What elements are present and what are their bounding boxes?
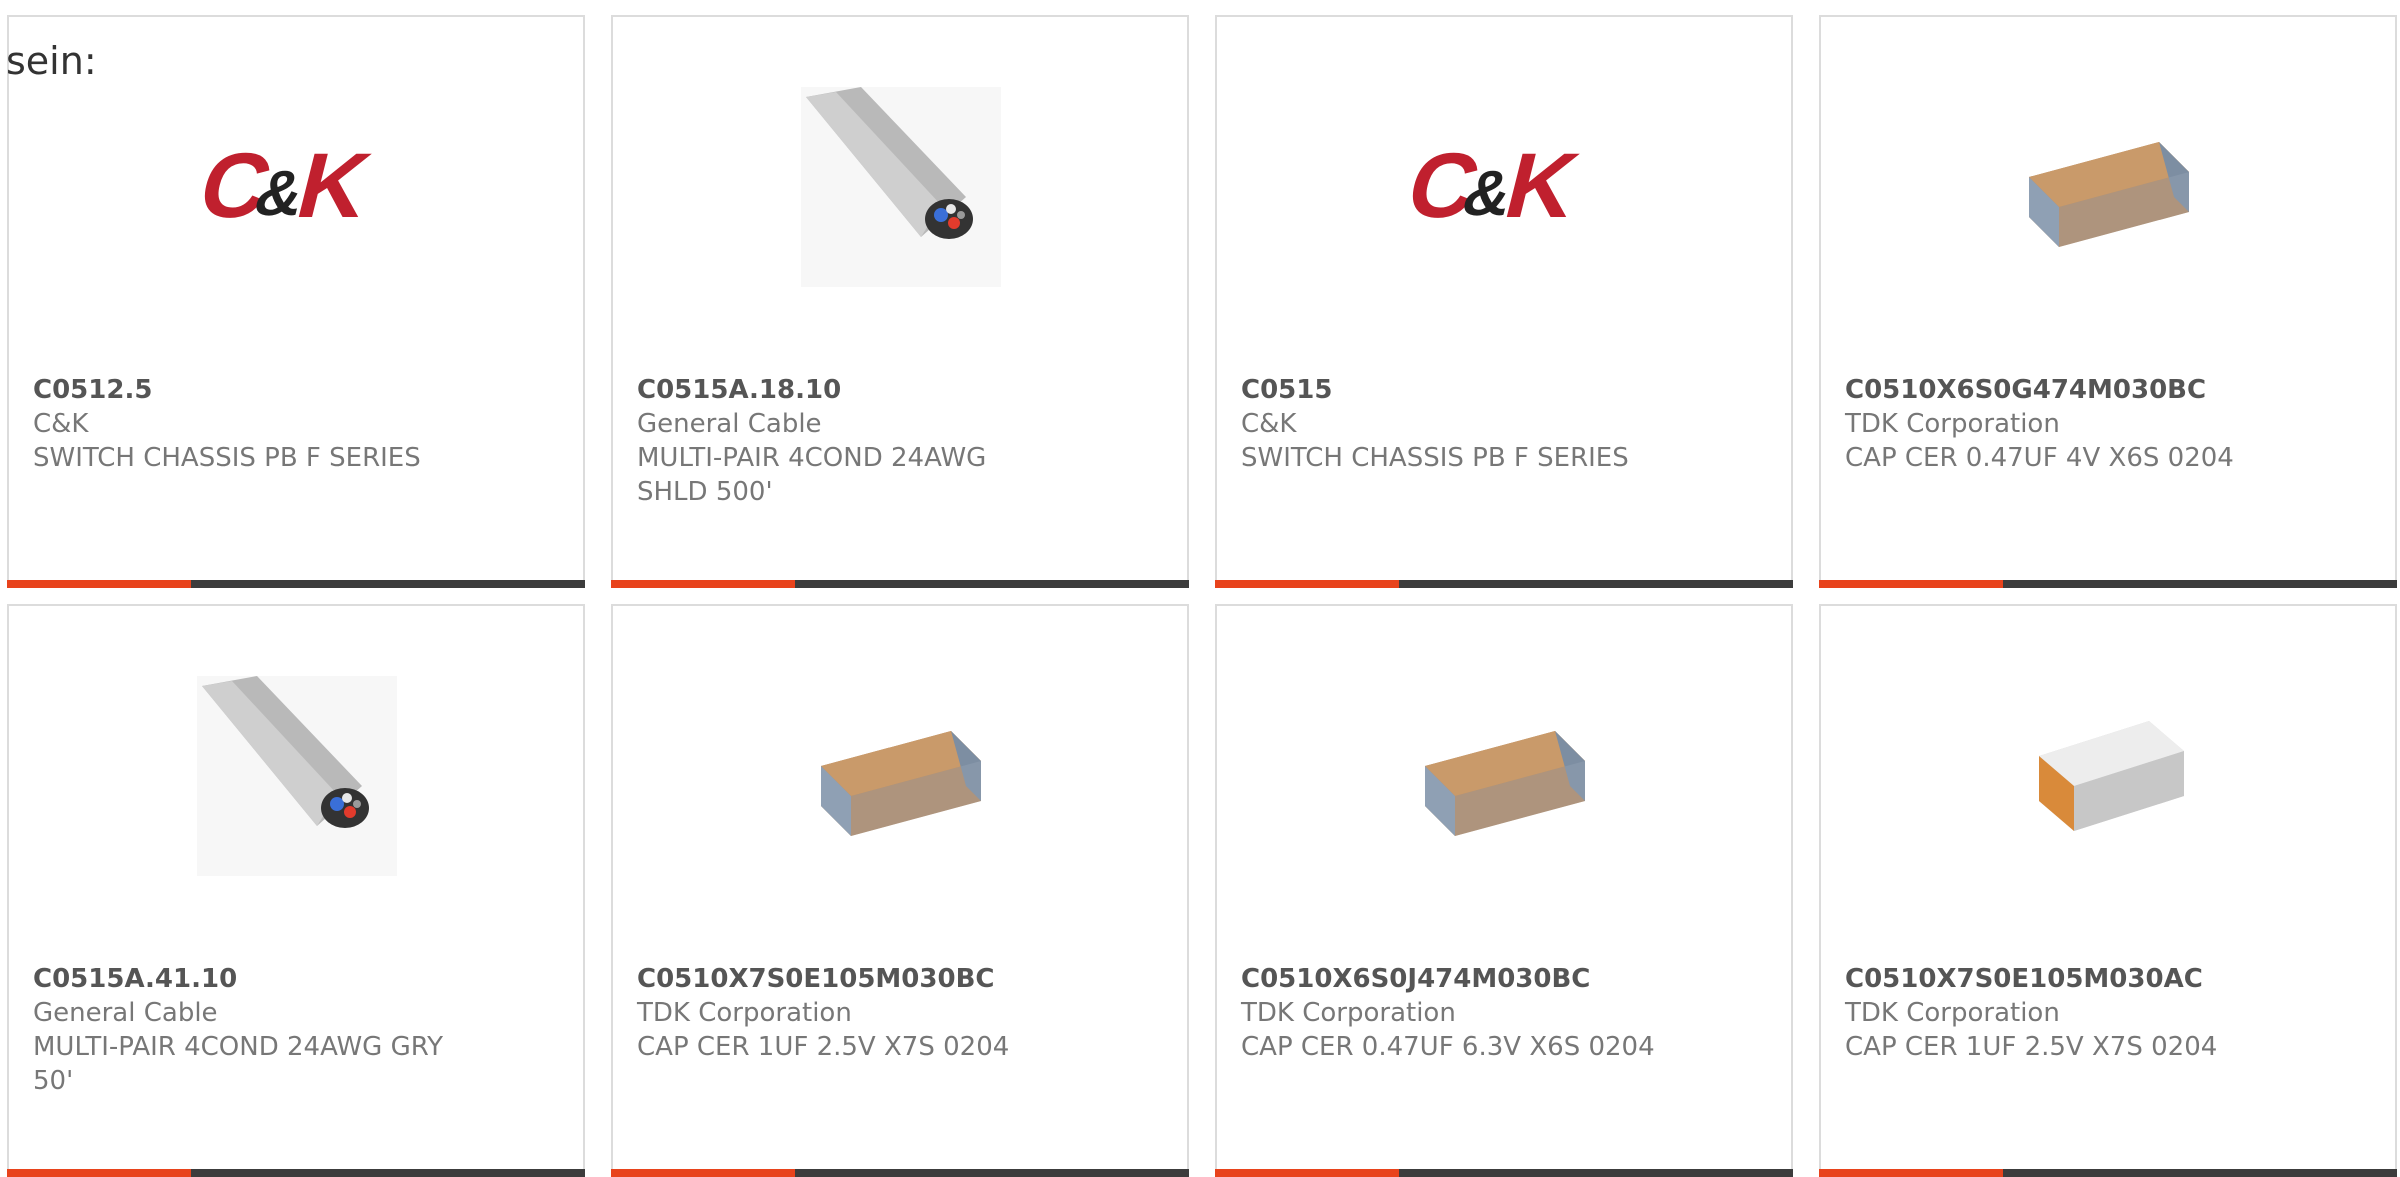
part-number[interactable]: C0510X6S0G474M030BC [1845, 373, 2285, 407]
product-card[interactable]: C & K C0512.5 C&K SWITCH CHASSIS PB F SERI… [7, 15, 585, 588]
capacitor-image [2009, 676, 2209, 876]
card-bottom-bar [1215, 1169, 1793, 1177]
product-card[interactable]: C0510X6S0G474M030BC TDK Corporation CAP … [1819, 15, 2397, 588]
product-card[interactable]: C0515A.41.10 General Cable MULTI-PAIR 4C… [7, 604, 585, 1177]
card-bottom-bar [1215, 580, 1793, 588]
card-bar-accent [7, 580, 191, 588]
capacitor-image [2009, 87, 2209, 287]
card-bar-accent [1819, 580, 2003, 588]
description: CAP CER 0.47UF 4V X6S 0204 [1845, 443, 2234, 473]
card-bottom-bar [1819, 1169, 2397, 1177]
part-number[interactable]: C0510X7S0E105M030BC [637, 962, 1077, 996]
svg-text:K: K [1496, 133, 1588, 236]
part-number[interactable]: C0515 [1241, 373, 1681, 407]
description: MULTI-PAIR 4COND 24AWG SHLD 500' [637, 443, 987, 507]
product-grid: C & K C0512.5 C&K SWITCH CHASSIS PB F SERI… [0, 0, 2400, 1177]
card-bottom-bar [611, 1169, 1189, 1177]
description: CAP CER 0.47UF 6.3V X6S 0204 [1241, 1032, 1655, 1062]
product-card[interactable]: C0515A.18.10 General Cable MULTI-PAIR 4C… [611, 15, 1189, 588]
manufacturer: TDK Corporation [1845, 998, 2060, 1028]
description: CAP CER 1UF 2.5V X7S 0204 [1845, 1032, 2218, 1062]
product-info: C0512.5 C&K SWITCH CHASSIS PB F SERIES [33, 373, 473, 475]
card-bar-accent [611, 1169, 795, 1177]
product-card[interactable]: C0510X7S0E105M030AC TDK Corporation CAP … [1819, 604, 2397, 1177]
part-number[interactable]: C0510X6S0J474M030BC [1241, 962, 1681, 996]
card-bar-accent [7, 1169, 191, 1177]
manufacturer: C&K [33, 409, 89, 439]
product-card[interactable]: C0510X6S0J474M030BC TDK Corporation CAP … [1215, 604, 1793, 1177]
product-info: C0510X6S0G474M030BC TDK Corporation CAP … [1845, 373, 2285, 475]
card-bottom-bar [1819, 580, 2397, 588]
manufacturer: General Cable [637, 409, 822, 439]
card-bar-accent [1819, 1169, 2003, 1177]
manufacturer: TDK Corporation [1241, 998, 1456, 1028]
card-bar-accent [611, 580, 795, 588]
part-number[interactable]: C0512.5 [33, 373, 473, 407]
manufacturer: TDK Corporation [1845, 409, 2060, 439]
product-info: C0510X7S0E105M030BC TDK Corporation CAP … [637, 962, 1077, 1064]
part-number[interactable]: C0515A.18.10 [637, 373, 1077, 407]
capacitor-image [801, 676, 1001, 876]
product-card[interactable]: C0510X7S0E105M030BC TDK Corporation CAP … [611, 604, 1189, 1177]
card-bottom-bar [7, 1169, 585, 1177]
product-info: C0515 C&K SWITCH CHASSIS PB F SERIES [1241, 373, 1681, 475]
description: SWITCH CHASSIS PB F SERIES [33, 443, 421, 473]
product-info: C0515A.41.10 General Cable MULTI-PAIR 4C… [33, 962, 473, 1098]
ck-logo-image: C & K [197, 87, 397, 287]
capacitor-image [1405, 676, 1605, 876]
product-info: C0510X6S0J474M030BC TDK Corporation CAP … [1241, 962, 1681, 1064]
description: CAP CER 1UF 2.5V X7S 0204 [637, 1032, 1010, 1062]
ck-logo-image: C & K [1405, 87, 1605, 287]
card-bar-accent [1215, 1169, 1399, 1177]
product-info: C0510X7S0E105M030AC TDK Corporation CAP … [1845, 962, 2285, 1064]
description: SWITCH CHASSIS PB F SERIES [1241, 443, 1629, 473]
product-info: C0515A.18.10 General Cable MULTI-PAIR 4C… [637, 373, 1077, 509]
card-bottom-bar [611, 580, 1189, 588]
part-number[interactable]: C0515A.41.10 [33, 962, 473, 996]
page-label: sein: [6, 39, 97, 83]
description: MULTI-PAIR 4COND 24AWG GRY 50' [33, 1032, 443, 1096]
cable-image [801, 87, 1001, 287]
svg-text:K: K [288, 133, 380, 236]
card-bar-accent [1215, 580, 1399, 588]
manufacturer: General Cable [33, 998, 218, 1028]
manufacturer: TDK Corporation [637, 998, 852, 1028]
manufacturer: C&K [1241, 409, 1297, 439]
card-bottom-bar [7, 580, 585, 588]
product-card[interactable]: C & K C0515 C&K SWITCH CHASSIS PB F SERIES [1215, 15, 1793, 588]
cable-image [197, 676, 397, 876]
part-number[interactable]: C0510X7S0E105M030AC [1845, 962, 2285, 996]
